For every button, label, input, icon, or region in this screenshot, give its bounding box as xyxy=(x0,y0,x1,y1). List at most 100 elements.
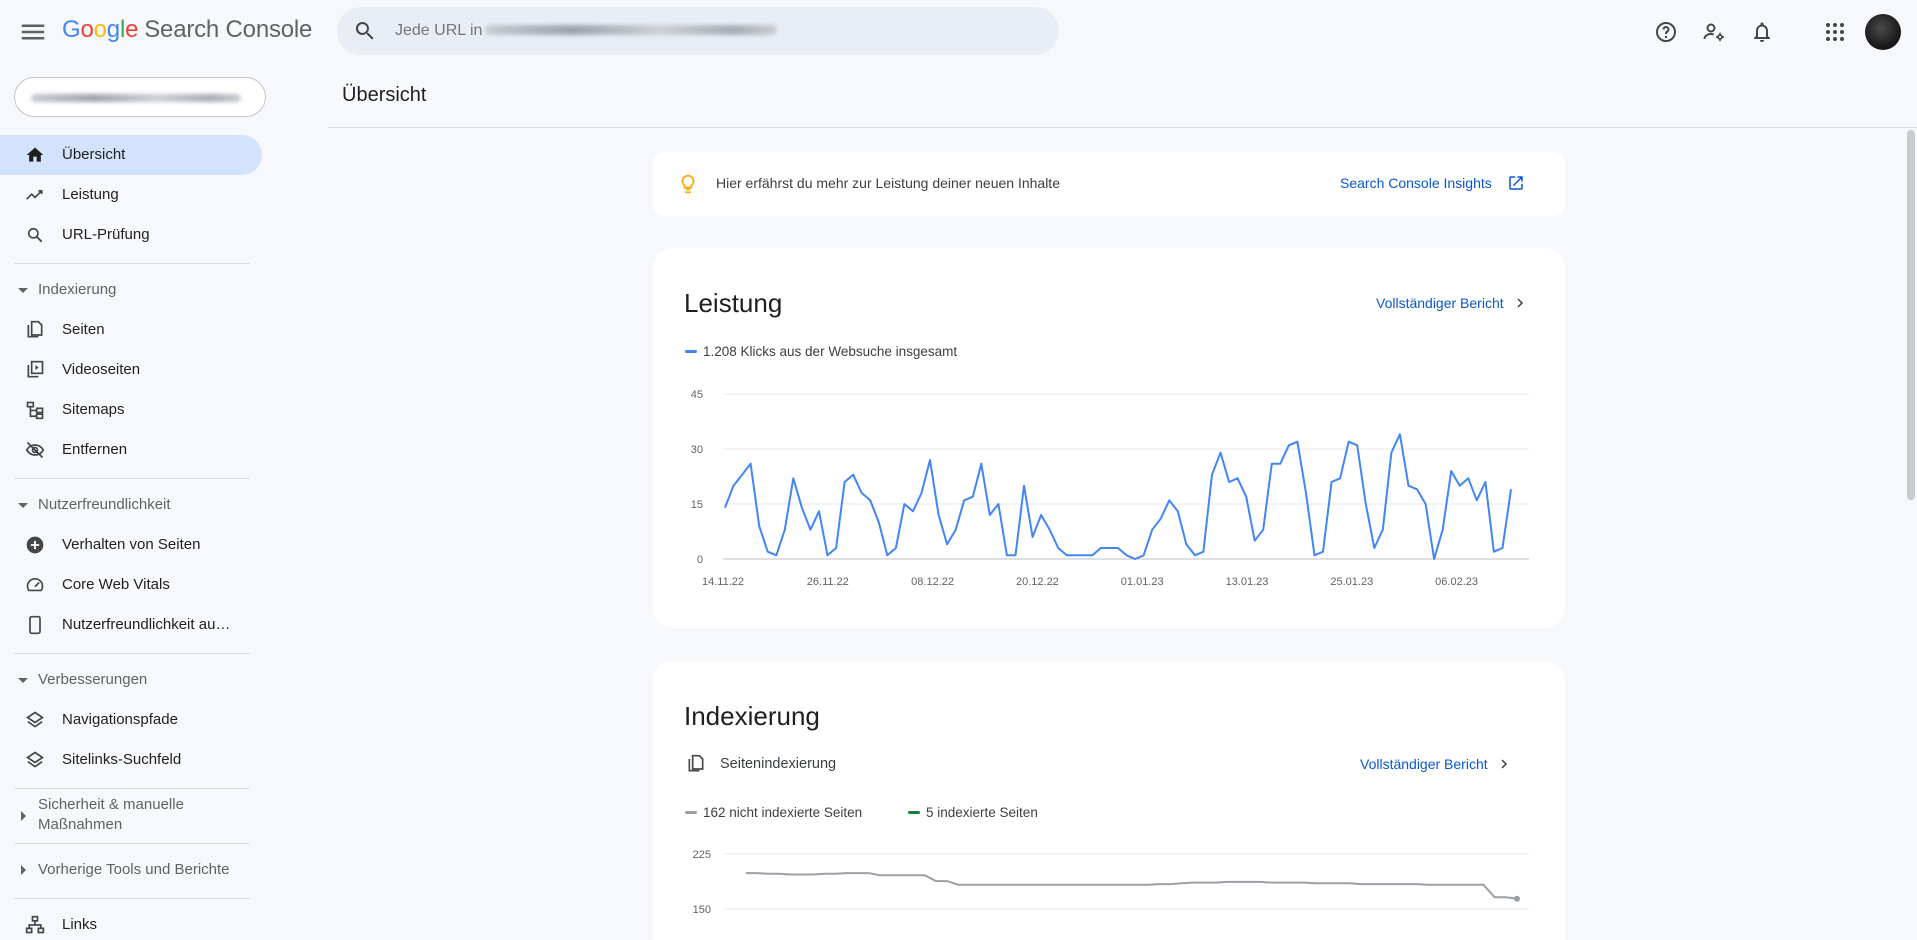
section-security-toggle[interactable]: Sicherheit & manuelle Maßnahmen xyxy=(0,795,262,837)
y-tick-label: 15 xyxy=(691,499,703,511)
url-inspection-search[interactable] xyxy=(337,7,1059,55)
insights-banner: Hier erfährst du mehr zur Leistung deine… xyxy=(653,152,1565,216)
nav-item-performance[interactable]: Leistung xyxy=(0,175,262,215)
nav-item-links[interactable]: Links xyxy=(0,905,262,940)
x-tick-label: 14.11.22 xyxy=(702,576,744,588)
sidebar-divider xyxy=(14,653,250,654)
nav-item-label: Verhalten von Seiten xyxy=(62,536,201,553)
insights-text: Hier erfährst du mehr zur Leistung deine… xyxy=(716,175,1060,191)
add-circle-icon xyxy=(25,535,45,555)
property-selector[interactable] xyxy=(14,77,266,117)
nav-item-label: Nutzerfreundlichkeit au… xyxy=(62,616,231,633)
nav-item-pages[interactable]: Seiten xyxy=(0,310,262,350)
nav-item-page-experience[interactable]: Verhalten von Seiten xyxy=(0,525,262,565)
expand-arrow-icon xyxy=(21,865,26,875)
nav-item-url-inspection[interactable]: URL-Prüfung xyxy=(0,215,262,255)
title-divider xyxy=(328,127,1917,128)
y-tick-label: 225 xyxy=(693,849,711,861)
speed-icon xyxy=(25,575,45,595)
nav-item-removals[interactable]: Entfernen xyxy=(0,430,262,470)
x-tick-label: 25.01.23 xyxy=(1330,576,1373,588)
x-tick-label: 08.12.22 xyxy=(911,576,954,588)
notifications-icon[interactable] xyxy=(1745,15,1779,49)
nav-item-label: Core Web Vitals xyxy=(62,576,170,593)
nav-item-video-pages[interactable]: Videoseiten xyxy=(0,350,262,390)
nav-item-label: Sitemaps xyxy=(62,401,125,418)
video-pages-icon xyxy=(25,360,45,380)
sidebar-divider xyxy=(14,843,250,844)
search-icon xyxy=(353,19,377,48)
layers-icon xyxy=(25,710,45,730)
sidebar-divider xyxy=(14,898,250,899)
collapse-arrow-icon xyxy=(18,288,28,293)
sitemap-icon xyxy=(25,400,45,420)
nav-item-label: Entfernen xyxy=(62,441,128,458)
search-icon xyxy=(25,225,45,245)
nav-item-label: Sitelinks-Suchfeld xyxy=(62,751,182,768)
y-tick-label: 0 xyxy=(697,554,703,566)
visibility-off-icon xyxy=(25,440,45,460)
sidebar-divider xyxy=(14,478,250,479)
collapse-arrow-icon xyxy=(18,678,28,683)
section-enhancements-toggle[interactable]: Verbesserungen xyxy=(0,670,262,690)
section-experience-toggle[interactable]: Nutzerfreundlichkeit xyxy=(0,495,262,515)
nav-item-label: Navigationspfade xyxy=(62,711,178,728)
not-indexed-series-line xyxy=(746,872,1518,900)
pages-icon xyxy=(25,320,45,340)
trending-up-icon xyxy=(25,185,45,205)
search-console-insights-link[interactable]: Search Console Insights xyxy=(1340,175,1492,191)
links-icon xyxy=(25,915,45,935)
main-scrollbar[interactable] xyxy=(1904,128,1917,940)
y-tick-label: 30 xyxy=(691,444,703,456)
home-icon xyxy=(25,145,45,165)
nav-item-mobile-usability[interactable]: Nutzerfreundlichkeit au… xyxy=(0,605,262,645)
help-icon[interactable] xyxy=(1649,15,1683,49)
x-tick-label: 01.01.23 xyxy=(1121,576,1164,588)
performance-card: Leistung Vollständiger Bericht 1.208 Kli… xyxy=(653,248,1565,628)
section-legacy-tools-toggle[interactable]: Vorherige Tools und Berichte xyxy=(0,860,262,880)
section-title: Maßnahmen xyxy=(38,816,123,833)
top-app-bar: Google Search Console xyxy=(0,0,1917,64)
layers-icon xyxy=(25,750,45,770)
y-tick-label: 45 xyxy=(691,389,703,401)
apps-grid-icon[interactable] xyxy=(1818,15,1852,49)
y-tick-label: 150 xyxy=(693,904,711,916)
indexing-card: Indexierung Seitenindexierung Vollständi… xyxy=(653,661,1565,940)
blurred-domain xyxy=(485,25,777,35)
nav-item-label: Seiten xyxy=(62,321,105,338)
nav-item-breadcrumbs[interactable]: Navigationspfade xyxy=(0,700,262,740)
page-title: Übersicht xyxy=(342,84,427,106)
section-title: Vorherige Tools und Berichte xyxy=(38,861,230,878)
nav-item-overview[interactable]: Übersicht xyxy=(0,135,262,175)
x-tick-label: 26.11.22 xyxy=(807,576,849,588)
section-title: Sicherheit & manuelle xyxy=(38,796,184,813)
open-in-new-icon[interactable] xyxy=(1507,174,1525,197)
indexing-chart: 150 225 xyxy=(693,849,1529,916)
x-tick-label: 20.12.22 xyxy=(1016,576,1059,588)
section-indexing-toggle[interactable]: Indexierung xyxy=(0,280,262,300)
clicks-series-line xyxy=(724,433,1512,560)
nav-item-sitemaps[interactable]: Sitemaps xyxy=(0,390,262,430)
scrollbar-thumb[interactable] xyxy=(1907,130,1915,500)
nav-item-label: Links xyxy=(62,916,98,933)
blurred-property-name xyxy=(31,94,241,102)
section-title: Indexierung xyxy=(38,281,117,298)
x-tick-label: 06.02.23 xyxy=(1435,576,1478,588)
section-title: Verbesserungen xyxy=(38,671,148,688)
manage-users-icon[interactable] xyxy=(1697,15,1731,49)
expand-arrow-icon xyxy=(21,811,26,821)
search-console-logo[interactable]: Google Search Console xyxy=(62,16,312,44)
nav-item-label: Leistung xyxy=(62,186,119,203)
nav-item-sitelinks-searchbox[interactable]: Sitelinks-Suchfeld xyxy=(0,740,262,780)
lightbulb-icon xyxy=(677,172,699,201)
nav-item-core-web-vitals[interactable]: Core Web Vitals xyxy=(0,565,262,605)
nav-item-label: URL-Prüfung xyxy=(62,226,150,243)
smartphone-icon xyxy=(25,615,45,635)
account-avatar[interactable] xyxy=(1865,14,1901,50)
not-indexed-last-point xyxy=(1514,895,1520,902)
sidebar-divider xyxy=(14,263,250,264)
x-tick-label: 13.01.23 xyxy=(1226,576,1269,588)
main-menu-icon[interactable] xyxy=(18,17,48,47)
nav-item-label: Videoseiten xyxy=(62,361,141,378)
nav-item-label: Übersicht xyxy=(62,146,126,163)
